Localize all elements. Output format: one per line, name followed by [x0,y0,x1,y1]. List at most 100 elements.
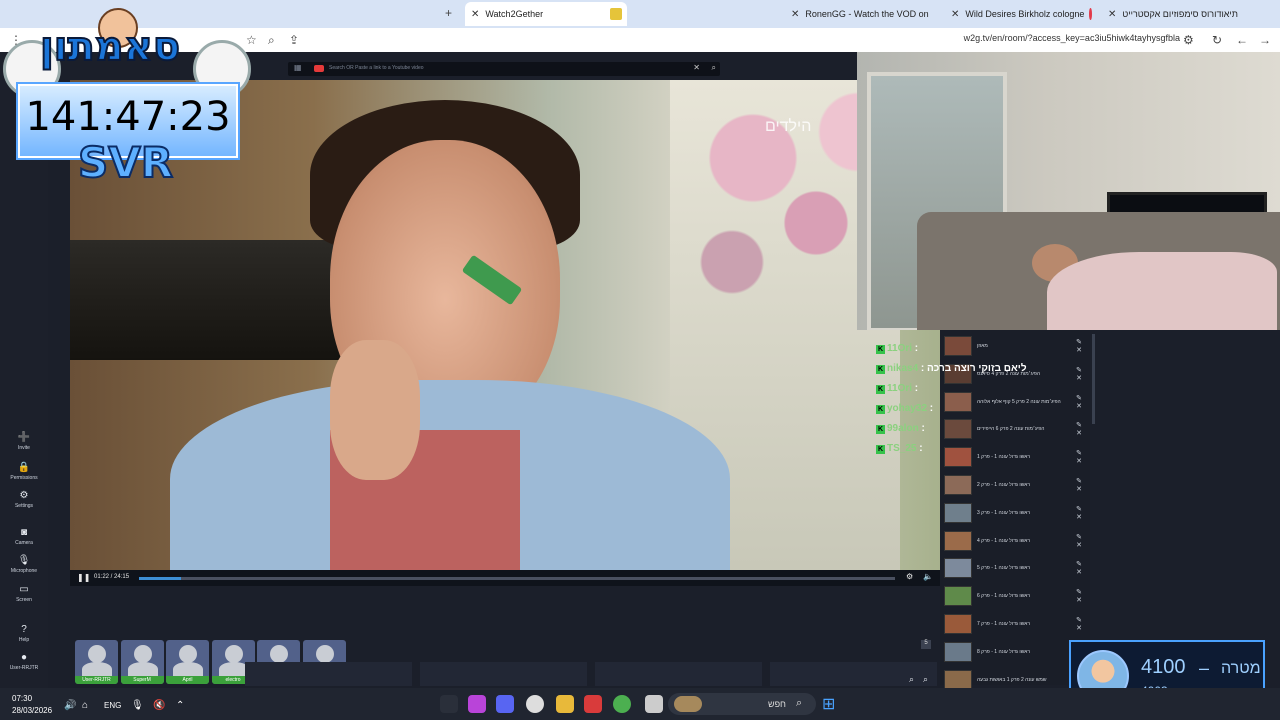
playlist-item[interactable]: ראשו גדול עונה 1 - פרק 5 ✎ ✕ [944,556,1084,580]
app-icon[interactable] [440,695,458,713]
playlist-item[interactable]: ראשו גדול עונה 1 - פרק 2 ✎ ✕ [944,473,1084,497]
edit-icon[interactable]: ✎ [1074,366,1084,374]
reload-icon[interactable]: ↻ [1212,33,1222,47]
edit-icon[interactable]: ✎ [1074,449,1084,457]
playlist-thumbnail[interactable] [944,641,972,662]
zoom-out-icon[interactable]: ⌕ [923,674,928,685]
edit-icon[interactable]: ✎ [1074,421,1084,429]
edit-icon[interactable]: ✎ [1074,338,1084,346]
remove-icon[interactable]: ✕ [1074,624,1084,632]
zoom-icon[interactable]: ⌕ [268,33,275,48]
playlist-scrollbar[interactable] [1092,334,1095,424]
forward-icon[interactable]: → [1259,33,1271,47]
media-player-icon[interactable] [526,695,544,713]
playlist-item[interactable]: ראשו גדול עונה 1 - פרק 1 ✎ ✕ [944,445,1084,469]
playlist-thumbnail[interactable] [944,558,972,579]
sidebar-item-help[interactable]: ? Help [0,624,48,643]
playlist-thumbnail[interactable] [944,447,972,468]
discord-icon[interactable] [496,695,514,713]
address-bar[interactable]: w2g.tv/en/room/?access_key=ac3iu5hiwk4ta… [964,33,1180,43]
remove-icon[interactable]: ✕ [1074,513,1084,521]
star-icon[interactable]: ☆ [246,33,257,47]
volume-icon[interactable]: 🔈 [923,572,933,581]
network-icon[interactable]: ⌂ [82,700,88,711]
chevron-up-icon[interactable]: ⌃ [176,700,184,711]
edit-icon[interactable]: ✎ [1074,533,1084,541]
close-icon[interactable]: ✕ [1108,9,1116,20]
edit-icon[interactable]: ✎ [1074,616,1084,624]
edit-icon[interactable]: ✎ [1074,505,1084,513]
clock-date[interactable]: 28/03/2026 [12,706,52,715]
windows-start-icon[interactable]: ⊞ [822,694,835,714]
sidebar-item-settings[interactable]: ⚙ Settings [0,490,48,509]
close-icon[interactable]: ✕ [471,9,479,20]
sidebar-item-user[interactable]: ● User-RRJTR [0,652,48,671]
mute-icon[interactable]: 🔇 [153,700,165,711]
playlist-item[interactable]: ראשו גדול עונה 1 - פרק 7 ✎ ✕ [944,612,1084,636]
sidebar-item-screen[interactable]: ▭ Screen [0,584,48,603]
user-tile[interactable]: SuperM [120,640,164,684]
share-icon[interactable]: ⇪ [289,33,299,47]
remove-icon[interactable]: ✕ [1074,541,1084,549]
new-tab-icon[interactable]: + [445,6,452,20]
clock-time[interactable]: 07:30 [12,694,32,703]
app-icon[interactable] [584,695,602,713]
tab-watch2gether[interactable]: ✕ Watch2Gether [465,2,627,26]
sidebar-item-invite[interactable]: ➕ Invite [0,432,48,451]
edit-icon[interactable]: ✎ [1074,477,1084,485]
tab-symposium[interactable]: ✕ תיאודורוס סימפוזיום אקסטרייט [1102,2,1252,26]
playlist-thumbnail[interactable] [944,530,972,551]
instagram-icon[interactable] [468,695,486,713]
user-tile[interactable]: April [166,640,209,684]
playlist-thumbnail[interactable] [944,614,972,634]
back-icon[interactable]: ← [1236,33,1248,47]
sidebar-item-permissions[interactable]: 🔒 Permissions [0,462,48,481]
remove-icon[interactable]: ✕ [1074,429,1084,437]
playlist-item[interactable]: ראשו גדול עונה 1 - פרק 4 ✎ ✕ [944,529,1084,553]
user-tile[interactable]: User-RRJTR [75,640,118,684]
playlist-item[interactable]: ראשו גדול עונה 1 - פרק 6 ✎ ✕ [944,584,1084,608]
progress-bar[interactable] [139,577,895,580]
playlist-thumbnail[interactable] [944,475,972,495]
chrome-icon[interactable] [613,695,631,713]
playlist-thumbnail[interactable] [944,336,972,356]
remove-icon[interactable]: ✕ [1074,374,1084,382]
edit-icon[interactable]: ✎ [1074,394,1084,402]
task-view-icon[interactable] [645,695,663,713]
volume-icon[interactable]: 🔊 [64,700,76,711]
site-settings-icon[interactable]: ⚙ [1183,33,1194,47]
search-icon[interactable]: ⌕ [712,63,716,73]
tab-ronengg[interactable]: ✕ RonenGG - Watch the VOD on [785,2,935,26]
playlist-item[interactable]: מאוזן ✎ ✕ [944,334,1084,358]
playlist-thumbnail[interactable] [944,586,972,607]
remove-icon[interactable]: ✕ [1074,596,1084,604]
playlist-thumbnail[interactable] [944,419,972,440]
folder-icon[interactable] [556,695,574,713]
remove-icon[interactable]: ✕ [1074,346,1084,354]
playlist-thumbnail[interactable] [944,502,972,523]
video-search-bar[interactable]: ▦ Search OR Paste a link to a Youtube vi… [288,62,720,76]
language-indicator[interactable]: ENG [104,701,121,710]
clear-icon[interactable]: ✕ [693,63,700,72]
pause-icon[interactable]: ❚❚ [77,573,90,582]
edit-icon[interactable]: ✎ [1074,560,1084,568]
playlist-thumbnail[interactable] [944,391,972,412]
playlist-item[interactable]: ראשו גדול עונה 1 - פרק 8✎✕ [944,640,1084,664]
edit-icon[interactable]: ✎ [1074,588,1084,596]
tab-wild-desires[interactable]: ✕ Wild Desires Birkholz cologne [945,2,1097,26]
playlist-item[interactable]: הפיג׳מות עונה 2 פרק 6 הייפירים ✎ ✕ [944,417,1084,441]
zoom-in-icon[interactable]: ⌕ [909,674,914,685]
remove-icon[interactable]: ✕ [1074,485,1084,493]
playlist-thumbnail[interactable] [944,669,972,690]
remove-icon[interactable]: ✕ [1074,402,1084,410]
mic-icon[interactable]: 🎙 [131,700,144,711]
sidebar-item-camera[interactable]: ◙ Camera [0,527,48,546]
taskbar-search[interactable]: חפש ⌕ [668,693,816,715]
remove-icon[interactable]: ✕ [1074,457,1084,465]
sidebar-item-microphone[interactable]: 🎙 Microphone [0,555,48,574]
close-icon[interactable]: ✕ [791,9,799,20]
playlist-item[interactable]: ראשו גדול עונה 1 - פרק 3 ✎ ✕ [944,501,1084,525]
grid-icon[interactable]: ▦ [294,63,302,72]
remove-icon[interactable]: ✕ [1074,568,1084,576]
playlist-item[interactable]: הפיג׳מות עונה 2 פרק 5 קוף אלוף אלוהה ✎ ✕ [944,390,1084,414]
